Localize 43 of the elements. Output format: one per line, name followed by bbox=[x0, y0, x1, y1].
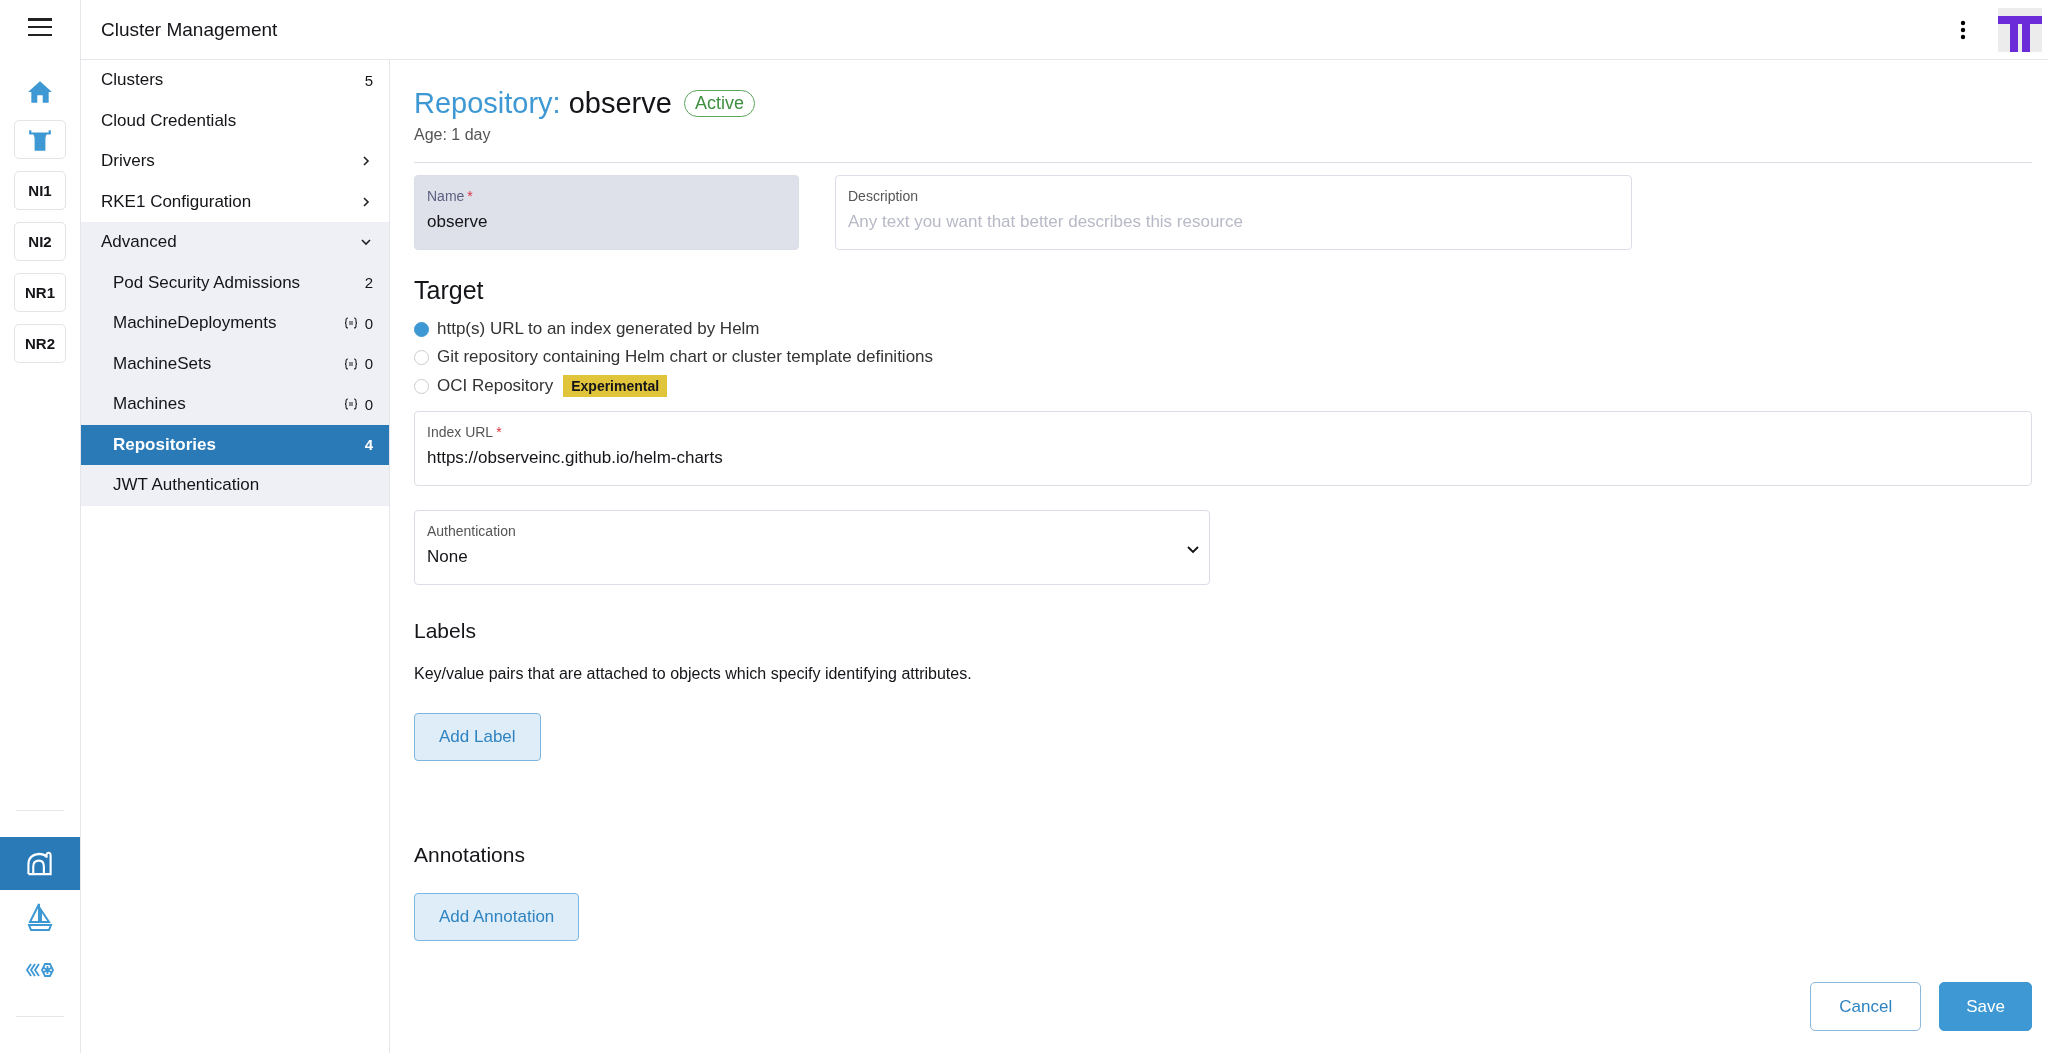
resource-type-label: Repository: bbox=[414, 87, 561, 119]
user-avatar-icon[interactable] bbox=[1998, 7, 2042, 52]
radio-option[interactable]: OCI Repository bbox=[414, 376, 554, 396]
nav-item[interactable]: Machines 0 bbox=[81, 384, 389, 425]
cancel-button[interactable]: Cancel bbox=[1810, 982, 1922, 1031]
description-field[interactable]: Description Any text you want that better describes this resource bbox=[835, 175, 1632, 250]
nav-item[interactable]: Clusters 5 bbox=[81, 60, 389, 101]
section-heading: Labels bbox=[414, 619, 477, 643]
caret-icon bbox=[1187, 546, 1199, 554]
nav-item[interactable]: Repositories 4 bbox=[81, 424, 389, 465]
section-description: Key/value pairs that are attached to objects which specify identifying attributes. bbox=[414, 665, 973, 683]
arch-icon[interactable] bbox=[0, 837, 80, 890]
resource-name: observe bbox=[568, 87, 672, 119]
radio-option[interactable]: Git repository containing Helm chart or cluster template definitions bbox=[414, 347, 934, 367]
cluster-button[interactable]: NR1 bbox=[14, 273, 66, 312]
section-heading: Target bbox=[414, 276, 485, 305]
cluster-button[interactable]: NI1 bbox=[14, 171, 66, 210]
section-heading: Annotations bbox=[414, 843, 526, 867]
radio-option[interactable]: http(s) URL to an index generated by Helm bbox=[414, 319, 760, 339]
nav-item[interactable]: RKE1 Configuration bbox=[81, 181, 389, 222]
add-label-button[interactable]: Add Label bbox=[414, 713, 541, 761]
nav-item[interactable]: Advanced bbox=[81, 222, 389, 263]
cow-head-icon bbox=[27, 127, 53, 152]
nav-item[interactable]: MachineDeployments 0 bbox=[81, 303, 389, 344]
authentication-dropdown[interactable]: Authentication None bbox=[414, 510, 1210, 585]
chevron-icon bbox=[361, 237, 371, 248]
nav-item[interactable]: Drivers bbox=[81, 141, 389, 182]
nav-item[interactable]: JWT Authentication bbox=[81, 465, 389, 506]
cow-logo-button[interactable] bbox=[14, 120, 66, 159]
chevron-icon bbox=[361, 196, 371, 207]
nav-item[interactable]: MachineSets 0 bbox=[81, 343, 389, 384]
nav-item[interactable]: Cloud Credentials bbox=[81, 100, 389, 141]
more-options-icon[interactable] bbox=[1960, 19, 1966, 40]
home-icon[interactable] bbox=[27, 80, 53, 104]
age-text: Age: 1 day bbox=[414, 126, 492, 144]
index-url-field[interactable]: Index URL * https://observeinc.github.io/helm-charts bbox=[414, 411, 2032, 486]
chevron-icon bbox=[361, 156, 371, 167]
cluster-button[interactable]: NI2 bbox=[14, 222, 66, 261]
experimental-badge: Experimental bbox=[563, 375, 668, 397]
cluster-button[interactable]: NR2 bbox=[14, 324, 66, 363]
nav-item[interactable]: Pod Security Admissions 2 bbox=[81, 262, 389, 303]
page-title: Cluster Management bbox=[101, 18, 278, 41]
menu-icon[interactable] bbox=[28, 18, 52, 36]
